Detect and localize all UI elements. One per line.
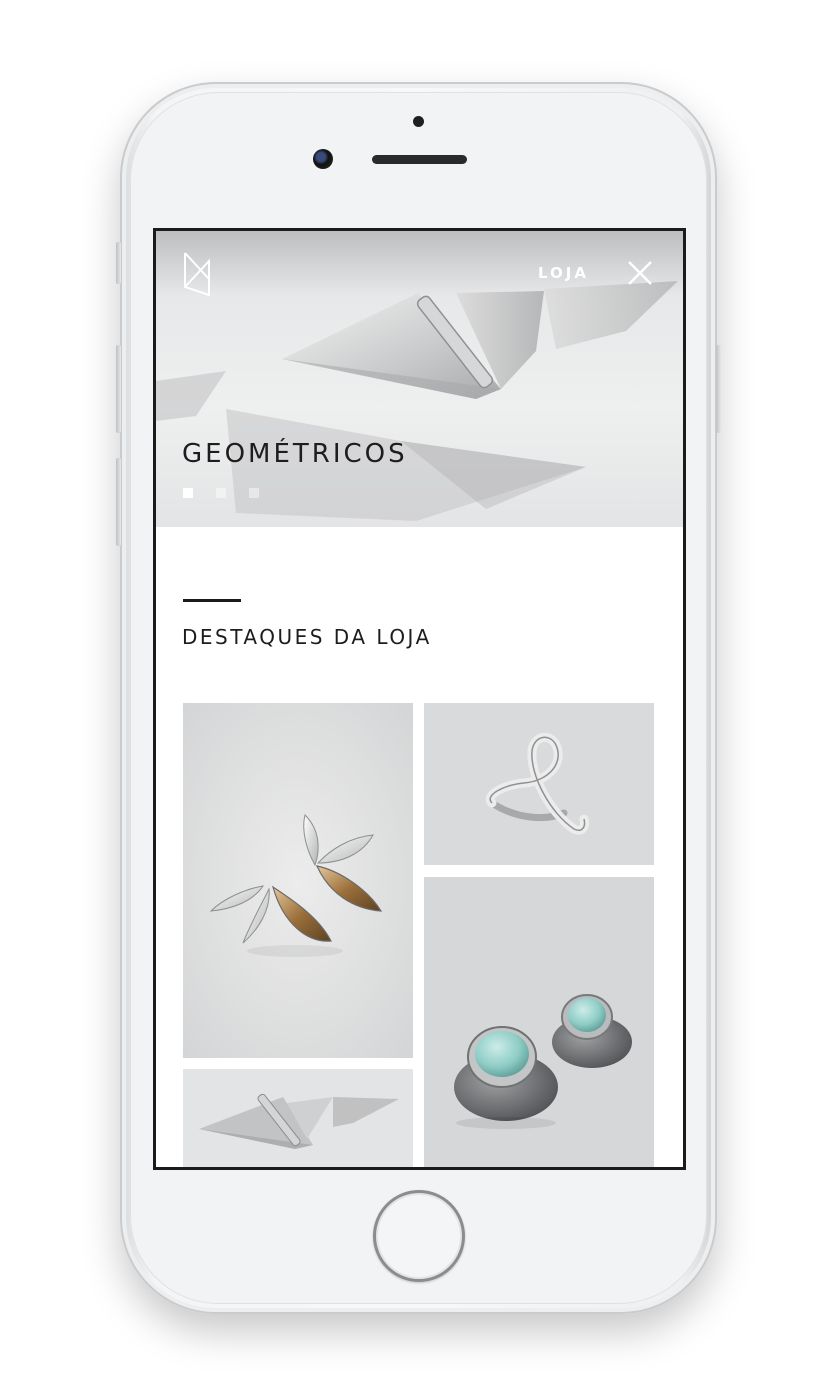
section-title: DESTAQUES DA LOJA	[182, 625, 432, 649]
product-tile-aquamarine-stud-earrings[interactable]	[424, 877, 654, 1167]
geometric-triangle-earrings-image	[183, 1069, 413, 1167]
aquamarine-stud-earrings-image	[424, 877, 654, 1167]
product-tile-leaf-earrings[interactable]	[183, 703, 413, 1058]
hero-image	[156, 281, 678, 521]
monogram-logo-icon[interactable]	[182, 249, 212, 299]
volume-down-button	[116, 458, 121, 546]
product-tile-geometric-triangle-earrings[interactable]	[183, 1069, 413, 1167]
close-icon[interactable]	[626, 259, 654, 287]
product-tile-silver-ring[interactable]	[424, 703, 654, 865]
hero-carousel[interactable]: LOJA GEOMÉTRICOS	[156, 231, 683, 527]
carousel-dot[interactable]	[216, 488, 226, 498]
proximity-sensor	[413, 116, 424, 127]
hero-title: GEOMÉTRICOS	[182, 439, 408, 469]
leaf-earrings-image	[183, 703, 413, 1058]
front-camera	[313, 149, 333, 169]
home-button[interactable]	[373, 1190, 465, 1282]
volume-up-button	[116, 345, 121, 433]
mute-switch	[116, 242, 121, 284]
phone-screen: LOJA GEOMÉTRICOS DESTAQUES DA LOJA	[153, 228, 686, 1170]
earpiece-speaker	[372, 155, 467, 164]
silver-ring-image	[424, 703, 654, 865]
carousel-dot[interactable]	[183, 488, 193, 498]
section-divider	[183, 599, 241, 602]
power-button	[716, 345, 721, 433]
shop-nav-link[interactable]: LOJA	[538, 264, 589, 282]
carousel-pagination	[183, 488, 259, 498]
carousel-dot[interactable]	[249, 488, 259, 498]
